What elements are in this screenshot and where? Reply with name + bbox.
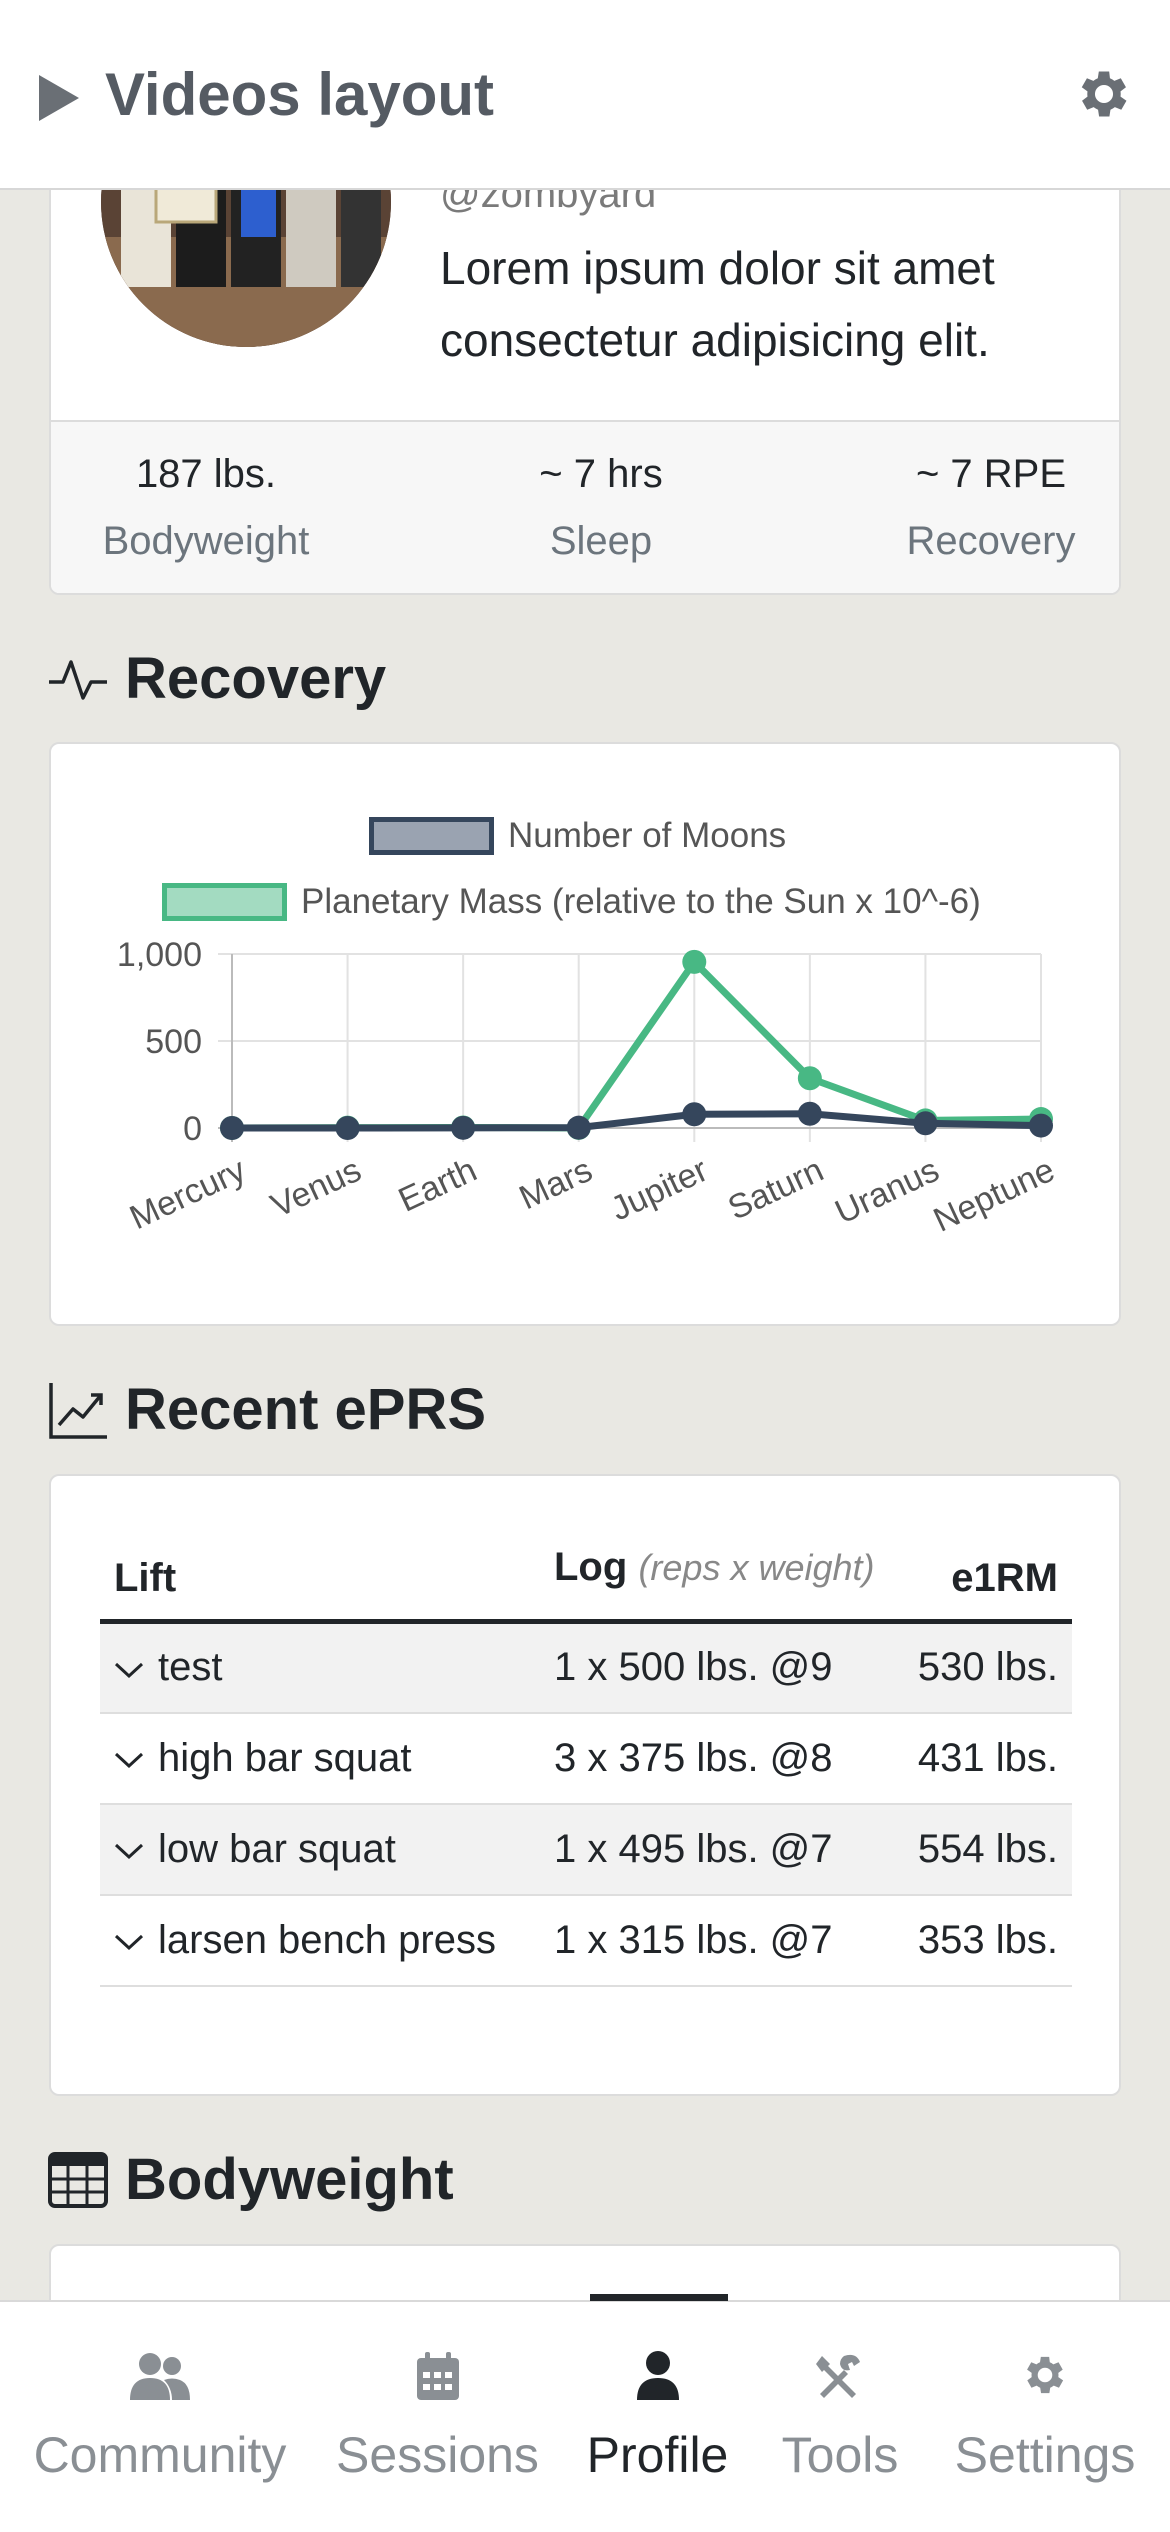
chevron-down-icon[interactable] bbox=[114, 1750, 144, 1770]
nav-label: Sessions bbox=[336, 2427, 539, 2483]
lift-name: test bbox=[158, 1645, 223, 1690]
table-icon bbox=[48, 2151, 108, 2208]
profile-stats: 187 lbs. Bodyweight ~ 7 hrs Sleep ~ 7 RP… bbox=[51, 420, 1119, 593]
eprs-section-title: Recent ePRS bbox=[47, 1376, 486, 1443]
x-tick-label: Uranus bbox=[829, 1151, 944, 1232]
y-tick-label: 1,000 bbox=[117, 936, 202, 974]
data-point bbox=[451, 1115, 476, 1140]
activity-icon bbox=[49, 659, 107, 700]
e1rm-cell: 431 lbs. bbox=[900, 1712, 1072, 1805]
x-tick-label: Saturn bbox=[722, 1151, 829, 1228]
series-line bbox=[231, 958, 1042, 1132]
table-row[interactable]: high bar squat 3 x 375 lbs. @8 431 lbs. bbox=[100, 1712, 1072, 1805]
data-point bbox=[797, 1066, 822, 1091]
nav-tools[interactable]: Tools bbox=[760, 2302, 920, 2532]
e1rm-cell: 353 lbs. bbox=[900, 1894, 1072, 1987]
nav-settings[interactable]: Settings bbox=[920, 2302, 1170, 2532]
data-point bbox=[797, 1101, 822, 1126]
stat-sleep: ~ 7 hrs Sleep bbox=[501, 452, 701, 564]
page-title: Videos layout bbox=[105, 61, 495, 128]
column-header-lift: Lift bbox=[100, 1534, 540, 1624]
log-cell: 1 x 495 lbs. @7 bbox=[540, 1803, 900, 1896]
chart-line-icon bbox=[49, 1382, 107, 1439]
eprs-table: Lift Log (reps x weight) e1RM test 1 x 5… bbox=[100, 1534, 1072, 1987]
data-point bbox=[335, 1116, 360, 1140]
top-app-bar: Videos layout bbox=[0, 0, 1170, 190]
chevron-down-icon[interactable] bbox=[114, 1932, 144, 1952]
data-point bbox=[913, 1111, 938, 1136]
log-cell: 3 x 375 lbs. @8 bbox=[540, 1712, 900, 1805]
stat-value: ~ 7 hrs bbox=[539, 452, 663, 496]
e1rm-cell: 554 lbs. bbox=[900, 1803, 1072, 1896]
active-tab-indicator bbox=[590, 2294, 728, 2301]
x-tick-label: Mars bbox=[514, 1151, 599, 1217]
y-tick-label: 500 bbox=[145, 1023, 202, 1061]
recovery-chart-card: Number of Moons Planetary Mass (relative… bbox=[49, 742, 1121, 1326]
user-icon bbox=[636, 2351, 679, 2400]
log-cell: 1 x 315 lbs. @7 bbox=[540, 1894, 900, 1987]
stat-label: Recovery bbox=[906, 519, 1076, 563]
table-row[interactable]: test 1 x 500 lbs. @9 530 lbs. bbox=[100, 1621, 1072, 1714]
nav-sessions[interactable]: Sessions bbox=[320, 2302, 555, 2532]
stat-value: ~ 7 RPE bbox=[915, 452, 1067, 496]
lift-cell: test bbox=[100, 1621, 540, 1714]
nav-community[interactable]: Community bbox=[0, 2302, 320, 2532]
data-point bbox=[682, 1102, 707, 1127]
log-cell: 1 x 500 lbs. @9 bbox=[540, 1621, 900, 1714]
gear-icon bbox=[1027, 2356, 1064, 2394]
table-row[interactable]: larsen bench press 1 x 315 lbs. @7 353 l… bbox=[100, 1894, 1072, 1987]
chevron-down-icon[interactable] bbox=[114, 1841, 144, 1861]
lift-cell: low bar squat bbox=[100, 1803, 540, 1896]
users-icon bbox=[130, 2353, 190, 2400]
lift-cell: larsen bench press bbox=[100, 1894, 540, 1987]
nav-label: Tools bbox=[781, 2427, 899, 2483]
stat-value: 187 lbs. bbox=[135, 452, 277, 496]
play-icon bbox=[39, 75, 79, 121]
data-point bbox=[220, 1116, 244, 1140]
log-header-sub: (reps x weight) bbox=[638, 1547, 875, 1588]
x-tick-label: Mercury bbox=[124, 1151, 251, 1237]
x-tick-label: Jupiter bbox=[605, 1151, 714, 1229]
data-point bbox=[566, 1115, 591, 1140]
stat-recovery: ~ 7 RPE Recovery bbox=[881, 452, 1101, 564]
profile-bio: Lorem ipsum dolor sit amet consectetur a… bbox=[440, 242, 995, 366]
log-header-label: Log bbox=[554, 1545, 628, 1589]
nav-label: Profile bbox=[586, 2427, 729, 2483]
lift-name: larsen bench press bbox=[158, 1917, 496, 1962]
y-tick-label: 0 bbox=[183, 1110, 202, 1148]
chevron-down-icon[interactable] bbox=[114, 1660, 144, 1680]
recovery-title: Recovery bbox=[125, 646, 387, 711]
nav-label: Settings bbox=[954, 2427, 1136, 2483]
profile-card: @zombyard Lorem ipsum dolor sit amet con… bbox=[49, 150, 1121, 595]
lift-cell: high bar squat bbox=[100, 1712, 540, 1805]
gear-icon[interactable] bbox=[1073, 63, 1135, 125]
nav-profile[interactable]: Profile bbox=[555, 2302, 760, 2532]
x-tick-label: Earth bbox=[393, 1151, 483, 1220]
bodyweight-title: Bodyweight bbox=[125, 2147, 454, 2212]
data-point bbox=[1029, 1113, 1053, 1138]
recovery-line-chart: 1,000 500 0Mercury Venus Earth Mars Jupiter Sat… bbox=[117, 936, 1061, 1240]
nav-label: Community bbox=[33, 2427, 287, 2483]
stat-label: Sleep bbox=[549, 519, 653, 563]
recovery-section-title: Recovery bbox=[47, 645, 386, 712]
e1rm-cell: 530 lbs. bbox=[900, 1621, 1072, 1714]
x-tick-label: Neptune bbox=[928, 1151, 1061, 1240]
stat-bodyweight: 187 lbs. Bodyweight bbox=[101, 452, 311, 564]
x-tick-label: Venus bbox=[265, 1151, 367, 1225]
lift-name: high bar squat bbox=[158, 1735, 412, 1780]
table-row[interactable]: low bar squat 1 x 495 lbs. @7 554 lbs. bbox=[100, 1803, 1072, 1896]
eprs-title: Recent ePRS bbox=[125, 1377, 487, 1442]
column-header-e1rm: e1RM bbox=[900, 1534, 1072, 1624]
data-point bbox=[682, 949, 707, 974]
calendar-icon bbox=[416, 2352, 459, 2400]
stat-label: Bodyweight bbox=[102, 519, 310, 563]
column-header-log: Log (reps x weight) bbox=[540, 1534, 900, 1624]
tools-icon bbox=[816, 2354, 860, 2398]
lift-name: low bar squat bbox=[158, 1826, 396, 1871]
bodyweight-section-title: Bodyweight bbox=[47, 2146, 454, 2213]
eprs-card: Lift Log (reps x weight) e1RM test 1 x 5… bbox=[49, 1474, 1121, 2096]
bottom-nav: Community Sessions Profile Tools Setting… bbox=[0, 2300, 1170, 2532]
